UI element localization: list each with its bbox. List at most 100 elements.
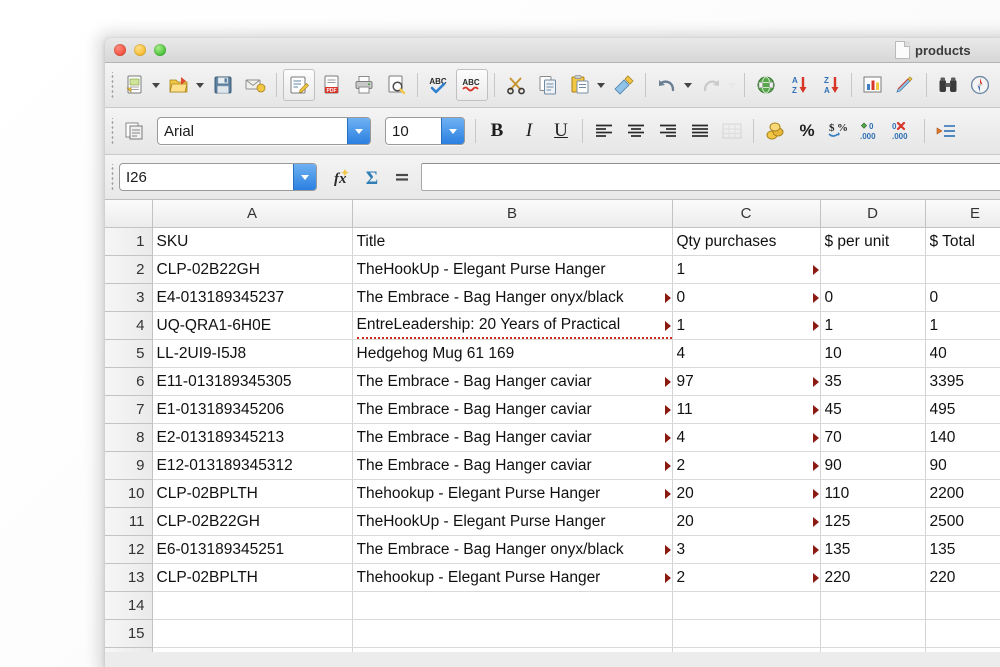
cell-c[interactable]: 2	[672, 563, 821, 592]
cell-e[interactable]: 140	[925, 423, 1000, 452]
cell-d[interactable]: 70	[820, 423, 926, 452]
minimize-button[interactable]	[134, 44, 146, 56]
cell-d[interactable]: $ per unit	[820, 227, 926, 256]
clone-formatting-button[interactable]	[609, 70, 639, 100]
paste-dropdown-caret[interactable]	[597, 82, 605, 88]
cell-b[interactable]: TheHookUp - Elegant Purse Hanger	[352, 507, 673, 536]
cell-c[interactable]	[672, 619, 821, 648]
cell-d[interactable]	[820, 591, 926, 620]
cell-b[interactable]: The Embrace - Bag Hanger caviar	[352, 423, 673, 452]
email-document-button[interactable]	[240, 70, 270, 100]
bold-button[interactable]: B	[481, 116, 513, 146]
autospellcheck-button[interactable]: ABC	[456, 69, 488, 101]
name-box[interactable]: I26	[119, 163, 317, 191]
name-box-dropdown-arrow[interactable]	[293, 164, 316, 190]
cell-d[interactable]: 220	[820, 563, 926, 592]
open-document-button[interactable]	[164, 70, 194, 100]
merge-cells-button[interactable]	[716, 116, 748, 146]
row-header[interactable]: 7	[105, 395, 153, 424]
font-name-dropdown-arrow[interactable]	[347, 118, 370, 144]
cell-d[interactable]: 35	[820, 367, 926, 396]
column-header-d[interactable]: D	[819, 200, 926, 228]
cell-e[interactable]	[925, 255, 1000, 284]
accept-formula-button[interactable]	[387, 163, 417, 191]
font-size-combo[interactable]: 10	[385, 117, 465, 145]
cell-a[interactable]: LL-2UI9-I5J8	[152, 339, 353, 368]
window-titlebar[interactable]: products	[105, 38, 1000, 63]
cell-c[interactable]: 0	[672, 283, 821, 312]
row-header[interactable]: 1	[105, 227, 153, 256]
export-pdf-button[interactable]: PDF	[317, 70, 347, 100]
open-document-dropdown-caret[interactable]	[196, 82, 204, 88]
cell-c[interactable]: 4	[672, 339, 821, 368]
cut-button[interactable]	[501, 70, 531, 100]
cell-e[interactable]: 1	[925, 311, 1000, 340]
cell-d[interactable]: 135	[820, 535, 926, 564]
navigator-button[interactable]	[965, 70, 995, 100]
cell-e[interactable]	[925, 647, 1000, 652]
cell-a[interactable]: E4-013189345237	[152, 283, 353, 312]
row-header[interactable]: 14	[105, 591, 153, 620]
cell-e[interactable]: 90	[925, 451, 1000, 480]
row-header[interactable]: 13	[105, 563, 153, 592]
cell-b[interactable]: TheHookUp - Elegant Purse Hanger	[352, 255, 673, 284]
cell-c[interactable]: 1	[672, 255, 821, 284]
cell-a[interactable]: E1-013189345206	[152, 395, 353, 424]
row-header[interactable]: 9	[105, 451, 153, 480]
row-header[interactable]: 15	[105, 619, 153, 648]
cell-d[interactable]	[820, 647, 926, 652]
cell-a[interactable]	[152, 591, 353, 620]
spreadsheet-grid[interactable]: A B C D E 1 SKU Title Qty purchases $ per un…	[105, 200, 1000, 652]
select-all-corner[interactable]	[105, 200, 153, 228]
function-wizard-button[interactable]: fx	[327, 163, 357, 191]
cell-a[interactable]: E6-013189345251	[152, 535, 353, 564]
row-header[interactable]: 5	[105, 339, 153, 368]
indent-button[interactable]	[930, 116, 962, 146]
cell-b[interactable]: EntreLeadership: 20 Years of Practical	[352, 311, 673, 340]
row-header[interactable]: 6	[105, 367, 153, 396]
cell-c[interactable]: 2	[672, 451, 821, 480]
find-and-replace-button[interactable]	[933, 70, 963, 100]
format-number-button[interactable]: $ %	[823, 116, 855, 146]
cell-b[interactable]: Thehookup - Elegant Purse Hanger	[352, 563, 673, 592]
font-name-combo[interactable]: Arial	[157, 117, 371, 145]
spelling-button[interactable]: ABC	[424, 70, 454, 100]
sum-button[interactable]: Σ	[357, 163, 387, 191]
undo-dropdown-caret[interactable]	[684, 82, 692, 88]
cell-e[interactable]: 2200	[925, 479, 1000, 508]
copy-button[interactable]	[533, 70, 563, 100]
cell-a[interactable]	[152, 619, 353, 648]
paragraph-styles-button[interactable]	[120, 116, 150, 146]
cell-d[interactable]: 0	[820, 283, 926, 312]
underline-button[interactable]: U	[545, 116, 577, 146]
cell-c[interactable]	[672, 591, 821, 620]
sort-button[interactable]	[751, 70, 781, 100]
print-preview-button[interactable]	[381, 70, 411, 100]
cell-b[interactable]: The Embrace - Bag Hanger onyx/black	[352, 283, 673, 312]
sort-ascending-button[interactable]: A Z	[783, 70, 813, 100]
cell-e[interactable]	[925, 591, 1000, 620]
cell-c[interactable]: Qty purchases	[672, 227, 821, 256]
cell-a[interactable]: CLP-02B22GH	[152, 507, 353, 536]
cell-d[interactable]	[820, 255, 926, 284]
cell-c[interactable]: 97	[672, 367, 821, 396]
insert-chart-button[interactable]	[858, 70, 888, 100]
format-currency-button[interactable]	[759, 116, 791, 146]
cell-c[interactable]: 1	[672, 311, 821, 340]
font-size-dropdown-arrow[interactable]	[441, 118, 464, 144]
column-header-e[interactable]: E	[924, 200, 1000, 228]
row-header[interactable]: 12	[105, 535, 153, 564]
cell-a[interactable]: E2-013189345213	[152, 423, 353, 452]
cell-d[interactable]: 110	[820, 479, 926, 508]
cell-c[interactable]: 11	[672, 395, 821, 424]
toolbar-drag-handle[interactable]	[109, 72, 116, 98]
show-draw-functions-button[interactable]	[890, 70, 920, 100]
name-box-value[interactable]: I26	[120, 164, 293, 190]
cell-c[interactable]: 20	[672, 479, 821, 508]
cell-a[interactable]: CLP-02B22GH	[152, 255, 353, 284]
cell-b[interactable]: The Embrace - Bag Hanger caviar	[352, 395, 673, 424]
cell-b[interactable]	[352, 591, 673, 620]
align-center-button[interactable]	[620, 116, 652, 146]
formulabar-drag-handle[interactable]	[109, 164, 116, 190]
column-header-a[interactable]: A	[151, 200, 353, 228]
